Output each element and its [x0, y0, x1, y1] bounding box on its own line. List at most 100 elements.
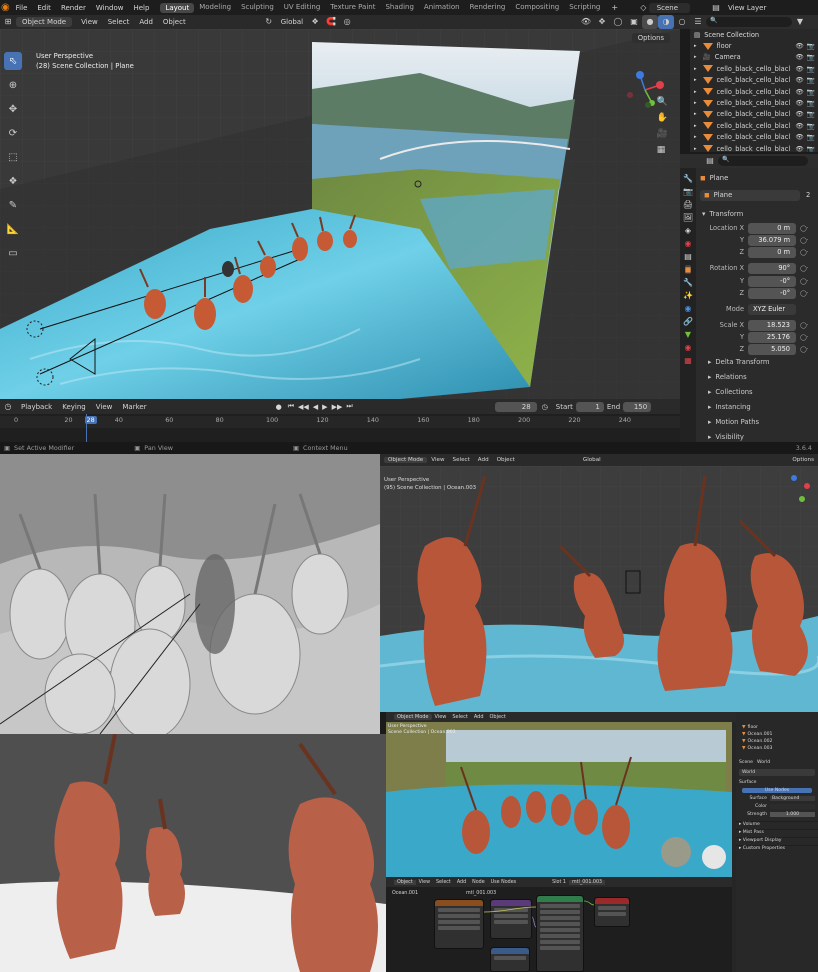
timeline-playback-menu[interactable]: Playback — [16, 403, 57, 411]
tab-uv-editing[interactable]: UV Editing — [279, 3, 326, 13]
visibility-eye-icon[interactable]: 👁 — [795, 76, 803, 84]
tab-rendering[interactable]: Rendering — [465, 3, 511, 13]
node-mode[interactable]: Object — [394, 879, 416, 885]
p3-options[interactable]: Options — [788, 457, 818, 463]
scale-y-keyframe-icon[interactable]: ◯· — [800, 334, 814, 341]
menu-window[interactable]: Window — [91, 4, 129, 12]
panel-instancing[interactable]: ▸ Instancing — [700, 399, 816, 414]
texture-props-icon[interactable]: ▦ — [684, 356, 692, 365]
node-texture[interactable] — [434, 899, 484, 949]
tab-compositing[interactable]: Compositing — [510, 3, 564, 13]
pan-hand-icon[interactable]: ✋ — [657, 113, 668, 123]
render-camera-icon[interactable]: 📷 — [807, 133, 815, 141]
modifier-props-icon[interactable]: 🔧 — [683, 278, 693, 287]
cello-viewport-panel[interactable]: Object Mode View Select Add Object Globa… — [380, 454, 818, 712]
record-icon[interactable]: ● — [272, 403, 286, 411]
object-mode-dropdown[interactable]: Object Mode — [16, 17, 73, 27]
measure-icon[interactable]: 📐 — [4, 220, 22, 238]
p5-panel-header[interactable]: ▸ Volume — [736, 821, 818, 829]
p3-menu-object[interactable]: Object — [493, 457, 519, 463]
tab-shading[interactable]: Shading — [380, 3, 418, 13]
visibility-eye-icon[interactable]: 👁 — [795, 88, 803, 96]
gizmo-icon[interactable]: ✥ — [594, 15, 610, 29]
visibility-eye-icon[interactable]: 👁 — [795, 99, 803, 107]
visibility-eye-icon[interactable]: 👁 — [795, 42, 803, 50]
visibility-eye-icon[interactable]: 👁 — [795, 65, 803, 73]
timeline-editor-icon[interactable]: ◷ — [0, 400, 16, 414]
node-material-output[interactable] — [594, 897, 630, 927]
p3-mode-dropdown[interactable]: Object Mode — [384, 457, 428, 463]
transform-panel-header[interactable]: ▾ Transform — [700, 206, 816, 221]
timeline-marker-menu[interactable]: Marker — [117, 403, 151, 411]
p3-menu-view[interactable]: View — [427, 457, 448, 463]
rot-z-keyframe-icon[interactable]: ◯· — [800, 290, 814, 297]
node-menu-view[interactable]: View — [416, 880, 433, 885]
next-key-icon[interactable]: ▶▶ — [330, 403, 345, 411]
p5-outliner-row[interactable]: ▼ Ocean.001 — [736, 731, 818, 738]
physics-props-icon[interactable]: ◉ — [685, 304, 692, 313]
select-box-icon[interactable]: ⬁ — [4, 52, 22, 70]
xray-icon[interactable]: ▣ — [626, 15, 642, 29]
play-reverse-icon[interactable]: ◀ — [311, 403, 320, 411]
scale-x-keyframe-icon[interactable]: ◯· — [800, 322, 814, 329]
output-props-icon[interactable]: 🖨 — [683, 200, 693, 209]
node-editor[interactable]: Ocean.001 mtl_001.003 — [386, 887, 732, 972]
visibility-eye-icon[interactable]: 👁 — [795, 53, 803, 61]
object-name-field[interactable]: ◼ Plane — [700, 189, 800, 201]
vp-menu-add[interactable]: Add — [134, 18, 158, 26]
orientation-dropdown[interactable]: Global — [277, 18, 307, 26]
outliner-row[interactable]: ▸ floor 👁 📷 — [690, 40, 818, 51]
panel-collections[interactable]: ▸ Collections — [700, 384, 816, 399]
outliner-row[interactable]: ▸ cello_black_cello_blacl 👁 📷 — [690, 63, 818, 74]
render-camera-icon[interactable]: 📷 — [807, 65, 815, 73]
current-frame-field[interactable]: 28 — [494, 401, 537, 412]
p5-surface-header[interactable]: Surface — [736, 780, 818, 785]
rot-z-field[interactable]: -0° — [748, 287, 796, 299]
outliner-editor-icon[interactable]: ☰ — [690, 15, 706, 29]
outliner-row[interactable]: ▸ cello_black_cello_blacl 👁 📷 — [690, 75, 818, 86]
grid-view-icon[interactable]: ▦ — [657, 145, 668, 155]
transform-icon[interactable]: ❖ — [4, 172, 22, 190]
menu-render[interactable]: Render — [56, 4, 91, 12]
node-menu-add[interactable]: Add — [454, 880, 469, 885]
p3-navigation-gizmo[interactable] — [780, 472, 814, 506]
scale-y-field[interactable]: 25.176 — [748, 331, 796, 343]
timeline-keying-menu[interactable]: Keying — [57, 403, 91, 411]
vp-menu-object[interactable]: Object — [158, 18, 191, 26]
rot-x-keyframe-icon[interactable]: ◯· — [800, 265, 814, 272]
outliner-row[interactable]: ▸ cello_black_cello_blacl 👁 📷 — [690, 86, 818, 97]
expand-arrow-icon[interactable]: ▸ — [694, 66, 697, 72]
loc-y-keyframe-icon[interactable]: ◯· — [800, 237, 814, 244]
p5-outliner-row[interactable]: ▼ Ocean.002 — [736, 738, 818, 745]
scale-icon[interactable]: ⬚ — [4, 148, 22, 166]
properties-search-input[interactable]: 🔍 — [718, 156, 808, 166]
shading-rendered-icon[interactable]: ○ — [674, 15, 690, 29]
render-camera-icon[interactable]: 📷 — [807, 122, 815, 130]
pivot-icon[interactable]: ❖ — [307, 15, 323, 29]
object-props-icon[interactable]: ◼ — [684, 265, 692, 274]
start-frame-field[interactable]: 1 — [575, 401, 604, 412]
p5-panel-header[interactable]: ▸ Mist Pass — [736, 829, 818, 837]
vp-menu-select[interactable]: Select — [103, 18, 135, 26]
view-layer-props-icon[interactable]: 🖼 — [683, 213, 693, 222]
node-menu-select[interactable]: Select — [433, 880, 454, 885]
collection-props-icon[interactable]: ▤ — [684, 252, 692, 261]
p5-scene-label[interactable]: Scene — [739, 760, 753, 765]
p5-color-swatch[interactable] — [770, 804, 815, 809]
expand-arrow-icon[interactable]: ▸ — [694, 89, 697, 95]
tab-layout[interactable]: Layout — [160, 2, 195, 13]
cursor-icon[interactable]: ⊕ — [4, 76, 22, 94]
panel-delta-transform[interactable]: ▸ Delta Transform — [700, 354, 816, 369]
rotation-mode-field[interactable]: XYZ Euler — [748, 303, 796, 315]
slot-dropdown[interactable]: Slot 1 — [549, 880, 569, 885]
end-frame-field[interactable]: 150 — [623, 401, 652, 412]
play-icon[interactable]: ▶ — [320, 403, 329, 411]
tool-props-icon[interactable]: 🔧 — [683, 174, 693, 183]
loc-z-keyframe-icon[interactable]: ◯· — [800, 249, 814, 256]
visibility-eye-icon[interactable]: 👁 — [795, 110, 803, 118]
expand-arrow-icon[interactable]: ▸ — [694, 54, 697, 60]
add-cube-icon[interactable]: ▭ — [4, 244, 22, 262]
shading-solid-icon[interactable]: ● — [642, 15, 658, 29]
vp-menu-view[interactable]: View — [76, 18, 103, 26]
shading-material-icon[interactable]: ◑ — [658, 15, 674, 29]
